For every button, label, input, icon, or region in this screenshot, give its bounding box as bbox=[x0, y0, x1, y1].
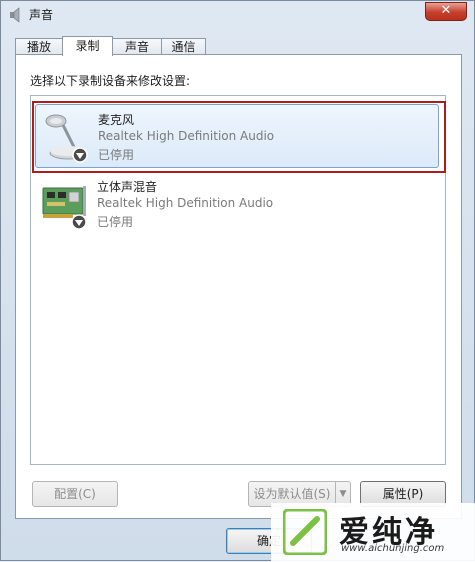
device-list: 麦克风 Realtek High Definition Audio 已停用 立体… bbox=[30, 95, 446, 465]
tab-recording[interactable]: 录制 bbox=[62, 36, 113, 56]
device-name: 麦克风 bbox=[98, 113, 135, 127]
chevron-down-icon: ▼ bbox=[339, 489, 347, 499]
close-button[interactable]: ✕ bbox=[425, 2, 467, 21]
recording-panel: 选择以下录制设备来修改设置: 麦克风 Realtek High Definiti… bbox=[15, 54, 462, 519]
tab-communications[interactable]: 通信 bbox=[161, 38, 206, 55]
microphone-icon bbox=[45, 114, 88, 163]
sound-card-icon bbox=[42, 186, 87, 230]
watermark: 爱纯净 www.aichunjing.com bbox=[271, 503, 475, 562]
device-driver: Realtek High Definition Audio bbox=[98, 129, 275, 143]
device-status: 已停用 bbox=[98, 148, 135, 162]
device-driver: Realtek High Definition Audio bbox=[97, 196, 274, 210]
instruction-label: 选择以下录制设备来修改设置: bbox=[30, 74, 191, 88]
speaker-icon bbox=[10, 7, 20, 23]
device-name: 立体声混音 bbox=[97, 180, 158, 194]
device-item-microphone[interactable]: 麦克风 Realtek High Definition Audio 已停用 bbox=[32, 101, 446, 173]
device-status: 已停用 bbox=[97, 215, 134, 229]
title-bar[interactable]: 声音 ✕ bbox=[1, 1, 474, 28]
window-title: 声音 bbox=[29, 8, 54, 22]
device-item-stereo-mix[interactable]: 立体声混音 Realtek High Definition Audio 已停用 bbox=[35, 172, 439, 236]
configure-button[interactable]: 配置(C) bbox=[32, 481, 118, 507]
watermark-logo-icon bbox=[283, 509, 327, 555]
watermark-url: www.aichunjing.com bbox=[341, 543, 445, 554]
sound-dialog: 声音 ✕ 播放 录制 声音 通信 选择以下录制设备来修改设置: 麦克风 Real… bbox=[0, 0, 475, 562]
tab-playback[interactable]: 播放 bbox=[15, 38, 63, 55]
tab-sounds[interactable]: 声音 bbox=[112, 38, 162, 55]
